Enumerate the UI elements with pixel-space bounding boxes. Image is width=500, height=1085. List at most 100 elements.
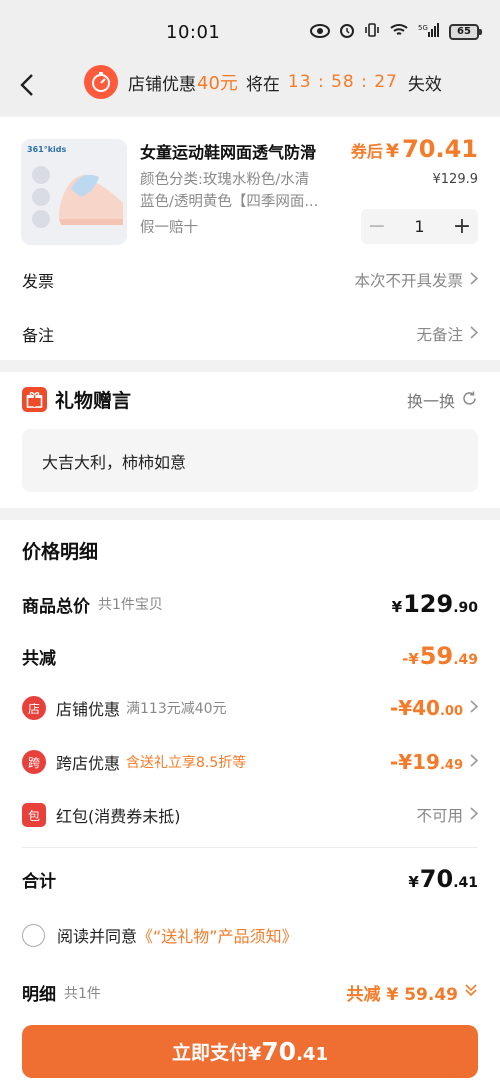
remark-label: 备注 — [22, 326, 55, 345]
reduction-prefix: -¥ — [402, 650, 419, 668]
discount-dec: .49 — [439, 758, 463, 773]
gift-message-text: 大吉大利，柿柿如意 — [42, 452, 187, 472]
promo-countdown: 13 : 58 : 27 — [287, 72, 398, 92]
svg-text:5G: 5G — [418, 24, 428, 32]
total-price-yen: ¥ — [391, 598, 403, 616]
discount-row-store[interactable]: 店 店铺优惠 满113元减40元 -¥40 .00 — [22, 696, 479, 720]
pay-now-button[interactable]: 立即支付 ¥ 70 .41 — [22, 1025, 478, 1078]
agreement-link[interactable]: 《“送礼物”产品须知》 — [137, 923, 298, 947]
nav-bar: 店铺优惠 40元 将在 13 : 58 : 27 失效 — [0, 58, 500, 116]
price-after-value: 70.41 — [402, 135, 478, 163]
agreement-row: 阅读并同意 《“送礼物”产品须知》 — [22, 923, 298, 947]
summary-reduction: 共减 ¥ 59.49 — [346, 985, 458, 1005]
total-price-label: 商品总价 — [22, 596, 90, 617]
timer-icon — [84, 65, 118, 99]
discount-dec: .00 — [439, 704, 463, 719]
discount-label: 店铺优惠 — [56, 700, 121, 719]
wifi-icon — [389, 22, 409, 42]
quantity-increase-button[interactable]: + — [446, 209, 478, 244]
gift-header: 礼物赠言 — [22, 386, 131, 413]
price-after-coupon: 券后 ¥ 70.41 — [351, 135, 478, 163]
invoice-row[interactable]: 发票 本次不开具发票 — [22, 265, 479, 295]
signal-5g-icon: 5G — [418, 22, 440, 42]
product-card: 361°kids 女童运动鞋网面透气防滑 颜色分类:玫瑰水粉色/水清 蓝色/透明… — [0, 117, 500, 360]
summary-reduction-toggle[interactable]: 共减 ¥ 59.49 — [347, 980, 478, 1005]
cross-store-discount-icon: 跨 — [22, 750, 46, 774]
double-chevron-down-icon — [464, 982, 478, 1003]
gift-switch-button[interactable]: 换一换 — [407, 388, 478, 412]
sum-amount: ¥ 70 .41 — [408, 865, 478, 893]
gift-message-input[interactable]: 大吉大利，柿柿如意 — [22, 429, 478, 492]
discount-int: -¥19 — [389, 750, 440, 774]
eye-icon — [310, 23, 330, 42]
promo-prefix: 店铺优惠 — [128, 74, 196, 95]
divider — [22, 847, 478, 848]
remark-value: 无备注 — [416, 326, 463, 344]
red-packet-status: 不可用 — [416, 807, 463, 825]
invoice-value: 本次不开具发票 — [354, 272, 463, 290]
sum-label: 合计 — [22, 871, 56, 892]
summary-count: 共1件 — [64, 985, 101, 1002]
chevron-right-icon — [470, 271, 479, 289]
reduction-int: 59 — [419, 642, 454, 670]
total-count: 共1件宝贝 — [98, 597, 163, 613]
discount-amount: -¥40 .00 — [390, 696, 463, 720]
quantity-decrease-button[interactable]: − — [361, 209, 393, 244]
promo-suffix: 失效 — [407, 74, 442, 95]
store-discount-icon: 店 — [22, 696, 46, 720]
chevron-right-icon — [470, 806, 479, 824]
chevron-right-icon — [470, 753, 479, 771]
alarm-icon — [339, 22, 355, 42]
original-price: ¥129.9 — [432, 172, 479, 187]
product-image[interactable]: 361°kids — [21, 139, 127, 245]
promo-mid: 将在 — [245, 74, 280, 95]
product-spec[interactable]: 颜色分类:玫瑰水粉色/水清 蓝色/透明黄色【四季网面... — [140, 169, 340, 213]
reduction-label: 共减 — [22, 648, 56, 669]
promo-amount: 40元 — [197, 73, 238, 94]
refresh-icon — [461, 390, 478, 411]
discount-sub: 满113元减40元 — [126, 701, 227, 717]
reduction-row: 共减 -¥ 59 .49 — [22, 642, 478, 670]
price-after-yen: ¥ — [385, 140, 400, 162]
gift-switch-label: 换一换 — [406, 392, 455, 411]
status-time: 10:01 — [166, 22, 221, 43]
total-price-row: 商品总价 共1件宝贝 ¥ 129 .90 — [22, 590, 478, 618]
summary-label: 明细 — [22, 985, 56, 1005]
discount-row-red-packet[interactable]: 包 红包(消费券未抵) 不可用 — [22, 803, 479, 827]
discount-int: -¥40 — [389, 696, 440, 720]
discount-sub: 含送礼立享8.5折等 — [126, 755, 247, 771]
pay-label: 立即支付 — [172, 1042, 249, 1064]
total-price-amount: ¥ 129 .90 — [392, 590, 478, 618]
pay-amount: ¥ 70 .41 — [248, 1037, 328, 1066]
discount-label: 跨店优惠 — [56, 754, 121, 773]
vibrate-icon — [364, 22, 380, 42]
store-promo-banner: 店铺优惠 40元 将在 13 : 58 : 27 失效 — [84, 62, 442, 102]
product-title[interactable]: 女童运动鞋网面透气防滑 — [140, 139, 316, 163]
total-price-dec: .90 — [453, 600, 478, 616]
chevron-left-icon — [20, 74, 33, 96]
sum-int: 70 — [419, 865, 454, 893]
brand-logo: 361°kids — [27, 145, 66, 154]
battery-icon: 65 — [449, 24, 482, 40]
remark-row[interactable]: 备注 无备注 — [22, 319, 479, 349]
agreement-checkbox[interactable] — [22, 923, 45, 947]
price-after-label: 券后 — [350, 142, 383, 161]
pay-yen: ¥ — [248, 1043, 262, 1065]
sum-row: 合计 ¥ 70 .41 — [22, 865, 478, 893]
gift-icon — [22, 387, 47, 412]
reduction-amount: -¥ 59 .49 — [402, 642, 478, 670]
pay-int: 70 — [261, 1037, 297, 1066]
quantity-value[interactable]: 1 — [393, 217, 446, 236]
chevron-right-icon — [470, 699, 479, 717]
sum-yen: ¥ — [408, 873, 419, 891]
quantity-stepper: − 1 + — [361, 209, 478, 244]
status-bar: 10:01 5G 65 — [0, 0, 500, 58]
agreement-prefix: 阅读并同意 — [57, 927, 138, 946]
back-button[interactable] — [10, 66, 44, 104]
discount-row-cross-store[interactable]: 跨 跨店优惠 含送礼立享8.5折等 -¥19 .49 — [22, 750, 479, 774]
chevron-right-icon — [470, 325, 479, 343]
discount-label: 红包(消费券未抵) — [56, 807, 181, 826]
gift-message-card: 礼物赠言 换一换 大吉大利，柿柿如意 — [0, 372, 500, 508]
summary-detail[interactable]: 明细 共1件 — [22, 980, 101, 1005]
price-detail-title: 价格明细 — [22, 541, 99, 563]
